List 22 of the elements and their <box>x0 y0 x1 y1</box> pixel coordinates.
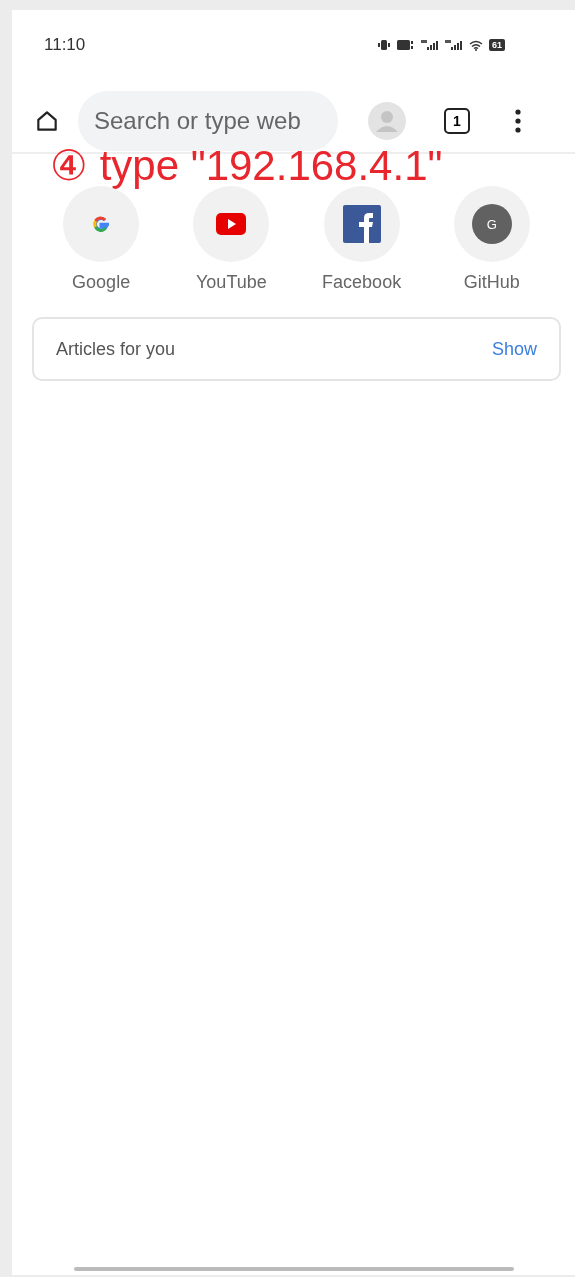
play-logo-icon <box>216 213 247 236</box>
articles-title: Articles for you <box>56 338 176 360</box>
more-menu-icon[interactable] <box>514 108 522 134</box>
home-button[interactable] <box>34 108 60 134</box>
shortcut-tile[interactable]: G <box>453 186 530 263</box>
vibrate-icon <box>377 39 391 51</box>
battery-indicator: 61 <box>489 39 505 51</box>
hd-icon <box>397 40 415 50</box>
status-time: 11:10 <box>44 35 86 55</box>
signal-icon <box>445 40 463 50</box>
shortcut-label: Facebook <box>322 272 402 294</box>
letter-avatar: G <box>471 204 512 245</box>
tab-count-button[interactable]: 1 <box>444 108 470 134</box>
shortcut-label: GitHub <box>463 272 520 294</box>
shortcut-label: Google <box>72 272 131 294</box>
f-logo-icon <box>342 205 381 244</box>
shortcut-label: YouTube <box>196 272 267 294</box>
show-button[interactable]: Show <box>489 334 539 364</box>
signal-icon <box>421 40 439 50</box>
wifi-icon <box>469 39 483 51</box>
search-field[interactable]: Search or type web <box>78 91 338 151</box>
home-icon <box>34 108 60 134</box>
